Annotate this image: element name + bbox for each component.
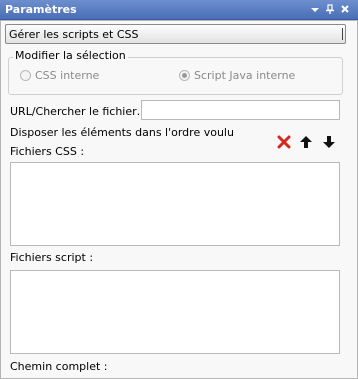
delete-icon[interactable]	[277, 135, 291, 149]
url-input[interactable]	[141, 100, 340, 120]
radio-circle	[179, 70, 190, 81]
dropdown-arrow-icon[interactable]	[309, 3, 321, 16]
radio-dot	[182, 73, 187, 78]
pin-icon[interactable]	[324, 3, 336, 16]
dropdown-separator	[342, 28, 343, 40]
radio-label: CSS interne	[35, 69, 100, 82]
panel-titlebar: Paramètres	[0, 0, 358, 20]
manage-scripts-dropdown[interactable]: Gérer les scripts et CSS	[5, 24, 346, 44]
script-files-list[interactable]	[10, 270, 340, 354]
css-files-label: Fichiers CSS :	[10, 145, 85, 158]
radio-label: Script Java interne	[194, 69, 296, 82]
url-label: URL/Chercher le fichier…	[10, 105, 148, 118]
panel-title: Paramètres	[5, 3, 77, 16]
order-label: Disposer les éléments dans l'ordre voulu	[10, 126, 234, 139]
css-files-list[interactable]	[10, 162, 340, 246]
close-icon[interactable]	[339, 3, 351, 16]
move-up-icon[interactable]	[299, 135, 313, 149]
full-path-label: Chemin complet :	[10, 360, 108, 373]
dropdown-value: Gérer les scripts et CSS	[9, 28, 139, 41]
radio-circle	[20, 70, 31, 81]
script-files-label: Fichiers script :	[10, 251, 94, 264]
move-down-icon[interactable]	[322, 135, 336, 149]
selection-group-legend: Modifier la sélection	[13, 49, 128, 62]
